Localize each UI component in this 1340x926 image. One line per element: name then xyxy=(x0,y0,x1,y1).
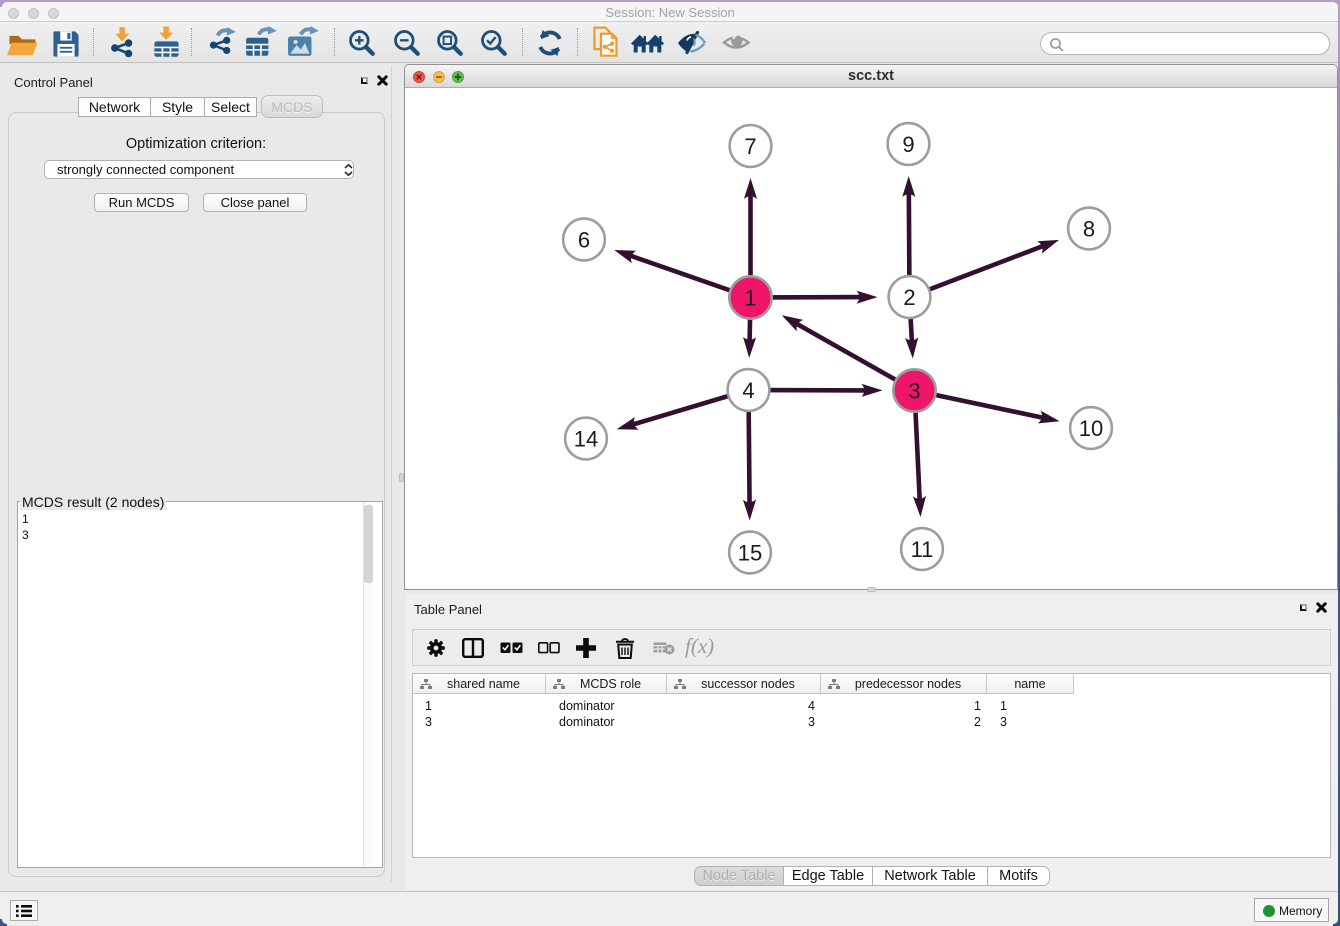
svg-text:10: 10 xyxy=(1079,416,1103,441)
svg-text:4: 4 xyxy=(742,378,754,403)
svg-text:14: 14 xyxy=(574,427,598,452)
svg-text:1: 1 xyxy=(744,286,756,311)
svg-text:6: 6 xyxy=(578,228,590,253)
svg-text:2: 2 xyxy=(903,285,915,310)
svg-text:3: 3 xyxy=(908,379,920,404)
svg-text:9: 9 xyxy=(902,132,914,157)
svg-text:11: 11 xyxy=(911,537,934,562)
svg-text:8: 8 xyxy=(1083,217,1095,242)
svg-text:15: 15 xyxy=(738,541,762,566)
svg-text:7: 7 xyxy=(744,134,756,159)
